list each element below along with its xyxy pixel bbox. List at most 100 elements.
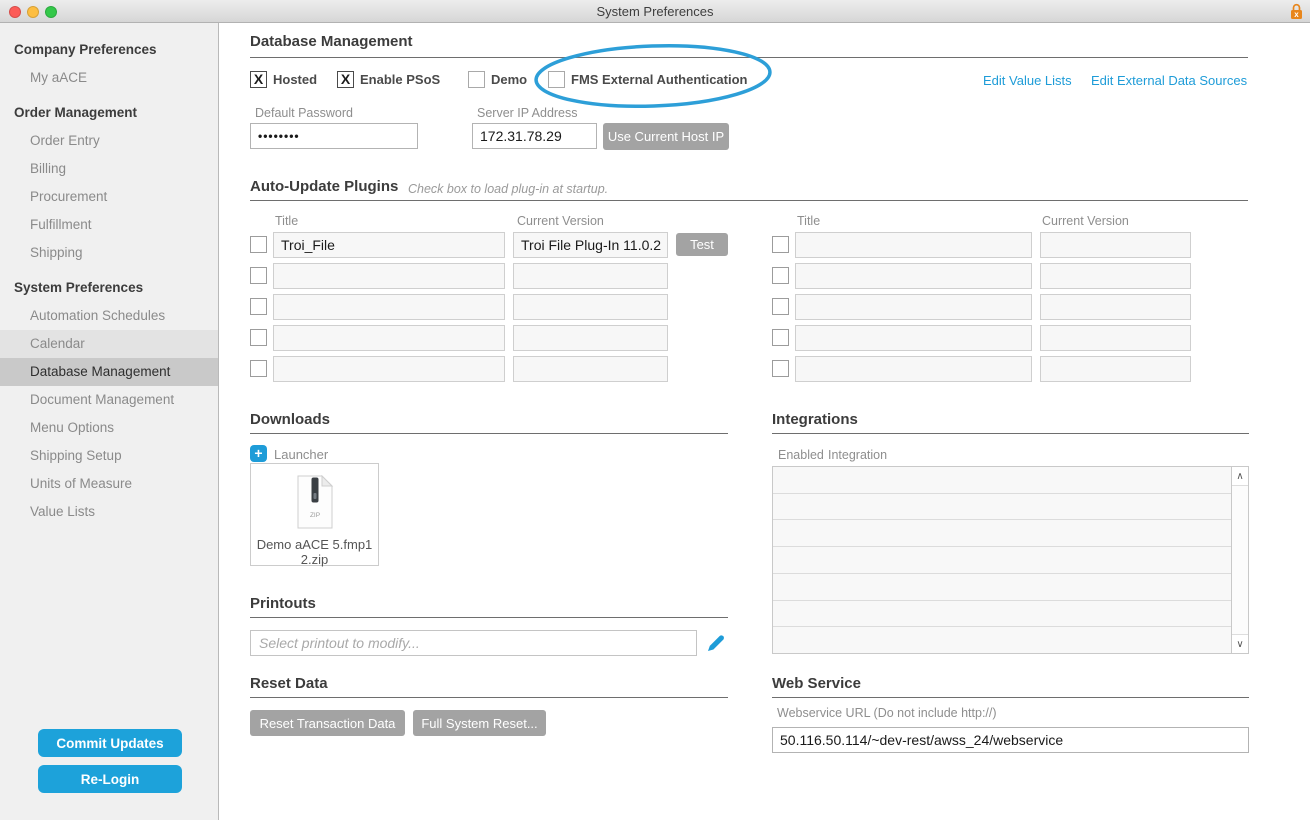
divider xyxy=(772,697,1249,698)
hosted-label: Hosted xyxy=(273,72,318,87)
checkbox-demo[interactable]: Demo xyxy=(468,71,527,88)
section-heading-reset-data: Reset Data xyxy=(250,675,328,692)
edit-printout-pencil-icon[interactable] xyxy=(705,632,727,659)
sidebar-item-menu-options[interactable]: Menu Options xyxy=(0,414,218,442)
plugin-checkbox[interactable] xyxy=(772,298,789,315)
divider xyxy=(250,697,728,698)
plugin-version-field[interactable] xyxy=(1040,325,1191,351)
plugins-right-col-title: Title xyxy=(797,214,821,228)
sidebar-item-fulfillment[interactable]: Fulfillment xyxy=(0,211,218,239)
edit-value-lists-link[interactable]: Edit Value Lists xyxy=(983,73,1072,88)
demo-checkbox-mark[interactable] xyxy=(468,71,485,88)
plugin-checkbox[interactable] xyxy=(772,329,789,346)
sidebar-item-procurement[interactable]: Procurement xyxy=(0,183,218,211)
webservice-url-input[interactable] xyxy=(772,727,1249,753)
server-ip-input[interactable] xyxy=(472,123,597,149)
plugin-checkbox[interactable] xyxy=(772,360,789,377)
integration-row[interactable] xyxy=(773,493,1231,521)
edit-external-data-sources-link[interactable]: Edit External Data Sources xyxy=(1091,73,1247,88)
plugin-title-field[interactable] xyxy=(795,263,1032,289)
enable-psos-label: Enable PSoS xyxy=(360,72,441,87)
plugin-version-field[interactable] xyxy=(513,263,668,289)
plugin-title-field[interactable] xyxy=(795,356,1032,382)
lock-icon: x xyxy=(1290,3,1303,25)
integration-row[interactable] xyxy=(773,573,1231,601)
server-ip-label: Server IP Address xyxy=(477,106,578,120)
add-launcher-icon[interactable]: + xyxy=(250,445,267,462)
re-login-button[interactable]: Re-Login xyxy=(38,765,182,793)
section-heading-downloads: Downloads xyxy=(250,411,331,428)
plugin-title-field[interactable] xyxy=(273,263,505,289)
integration-row[interactable] xyxy=(773,600,1231,628)
plugin-version-field[interactable]: Troi File Plug-In 11.0.2 xyxy=(513,232,668,258)
plugin-version-field[interactable] xyxy=(1040,263,1191,289)
scroll-up-icon[interactable]: ∧ xyxy=(1232,467,1248,486)
plugin-version-field[interactable] xyxy=(1040,294,1191,320)
default-password-input[interactable] xyxy=(250,123,418,149)
sidebar-item-document-management[interactable]: Document Management xyxy=(0,386,218,414)
plugin-checkbox[interactable] xyxy=(250,329,267,346)
title-bar: System Preferences x xyxy=(0,0,1310,23)
plugin-checkbox[interactable] xyxy=(250,298,267,315)
plugin-checkbox[interactable] xyxy=(772,236,789,253)
plugin-title-field[interactable] xyxy=(273,325,505,351)
fms-external-auth-checkbox-mark[interactable] xyxy=(548,71,565,88)
integrations-list: ∧ ∨ xyxy=(772,466,1249,654)
plugin-checkbox[interactable] xyxy=(250,236,267,253)
plugin-title-field[interactable] xyxy=(795,232,1032,258)
sidebar-item-calendar[interactable]: Calendar xyxy=(0,330,218,358)
plugin-title-field[interactable] xyxy=(273,356,505,382)
integrations-col-enabled: Enabled xyxy=(778,448,824,462)
integrations-scrollbar[interactable]: ∧ ∨ xyxy=(1231,467,1248,653)
commit-updates-button[interactable]: Commit Updates xyxy=(38,729,182,757)
sidebar-item-database-management[interactable]: Database Management xyxy=(0,358,218,386)
plugin-version-field[interactable] xyxy=(513,294,668,320)
launcher-label: Launcher xyxy=(274,447,329,462)
sidebar-item-billing[interactable]: Billing xyxy=(0,155,218,183)
full-system-reset-button[interactable]: Full System Reset... xyxy=(413,710,546,736)
use-current-host-ip-button[interactable]: Use Current Host IP xyxy=(603,123,729,150)
plugin-checkbox[interactable] xyxy=(250,267,267,284)
integration-row[interactable] xyxy=(773,547,1231,574)
sidebar-item-shipping-setup[interactable]: Shipping Setup xyxy=(0,442,218,470)
sidebar-item-shipping[interactable]: Shipping xyxy=(0,239,218,267)
checkbox-hosted[interactable]: X Hosted xyxy=(250,71,317,88)
plugin-title-field[interactable]: Troi_File xyxy=(273,232,505,258)
plugin-version-field[interactable] xyxy=(1040,232,1191,258)
printout-select-input[interactable] xyxy=(250,630,697,656)
fms-external-auth-label: FMS External Authentication xyxy=(571,72,748,87)
checkbox-enable-psos[interactable]: X Enable PSoS xyxy=(337,71,440,88)
checkbox-fms-external-authentication[interactable]: FMS External Authentication xyxy=(548,71,747,88)
sidebar-item-order-entry[interactable]: Order Entry xyxy=(0,127,218,155)
section-heading-integrations: Integrations xyxy=(772,411,858,428)
hosted-checkbox-mark[interactable]: X xyxy=(250,71,267,88)
section-heading-web-service: Web Service xyxy=(772,675,861,692)
integration-row[interactable] xyxy=(773,627,1231,654)
plugin-checkbox[interactable] xyxy=(250,360,267,377)
section-heading-auto-update-plugins: Auto-Update Plugins xyxy=(250,178,399,195)
plugins-right-col-version: Current Version xyxy=(1042,214,1129,228)
sidebar-item-value-lists[interactable]: Value Lists xyxy=(0,498,218,526)
plugin-checkbox[interactable] xyxy=(772,267,789,284)
divider xyxy=(250,57,1248,58)
plugin-title-field[interactable] xyxy=(795,294,1032,320)
webservice-url-label: Webservice URL (Do not include http://) xyxy=(777,706,997,720)
plugin-version-field[interactable] xyxy=(1040,356,1191,382)
plugin-title-field[interactable] xyxy=(273,294,505,320)
sidebar-item-automation-schedules[interactable]: Automation Schedules xyxy=(0,302,218,330)
sidebar-item-my-aace[interactable]: My aACE xyxy=(0,64,218,92)
sidebar-item-units-of-measure[interactable]: Units of Measure xyxy=(0,470,218,498)
download-file-card[interactable]: ZIP Demo aACE 5.fmp12.zip xyxy=(250,463,379,567)
section-heading-database-management: Database Management xyxy=(250,33,413,50)
enable-psos-checkbox-mark[interactable]: X xyxy=(337,71,354,88)
plugin-title-field[interactable] xyxy=(795,325,1032,351)
scroll-down-icon[interactable]: ∨ xyxy=(1232,634,1248,653)
reset-transaction-data-button[interactable]: Reset Transaction Data xyxy=(250,710,405,736)
integration-row[interactable] xyxy=(773,467,1231,494)
integration-row[interactable] xyxy=(773,520,1231,548)
divider xyxy=(250,200,1248,201)
window-title: System Preferences xyxy=(596,4,714,19)
test-plugin-button[interactable]: Test xyxy=(676,233,728,256)
plugin-version-field[interactable] xyxy=(513,356,668,382)
plugin-version-field[interactable] xyxy=(513,325,668,351)
